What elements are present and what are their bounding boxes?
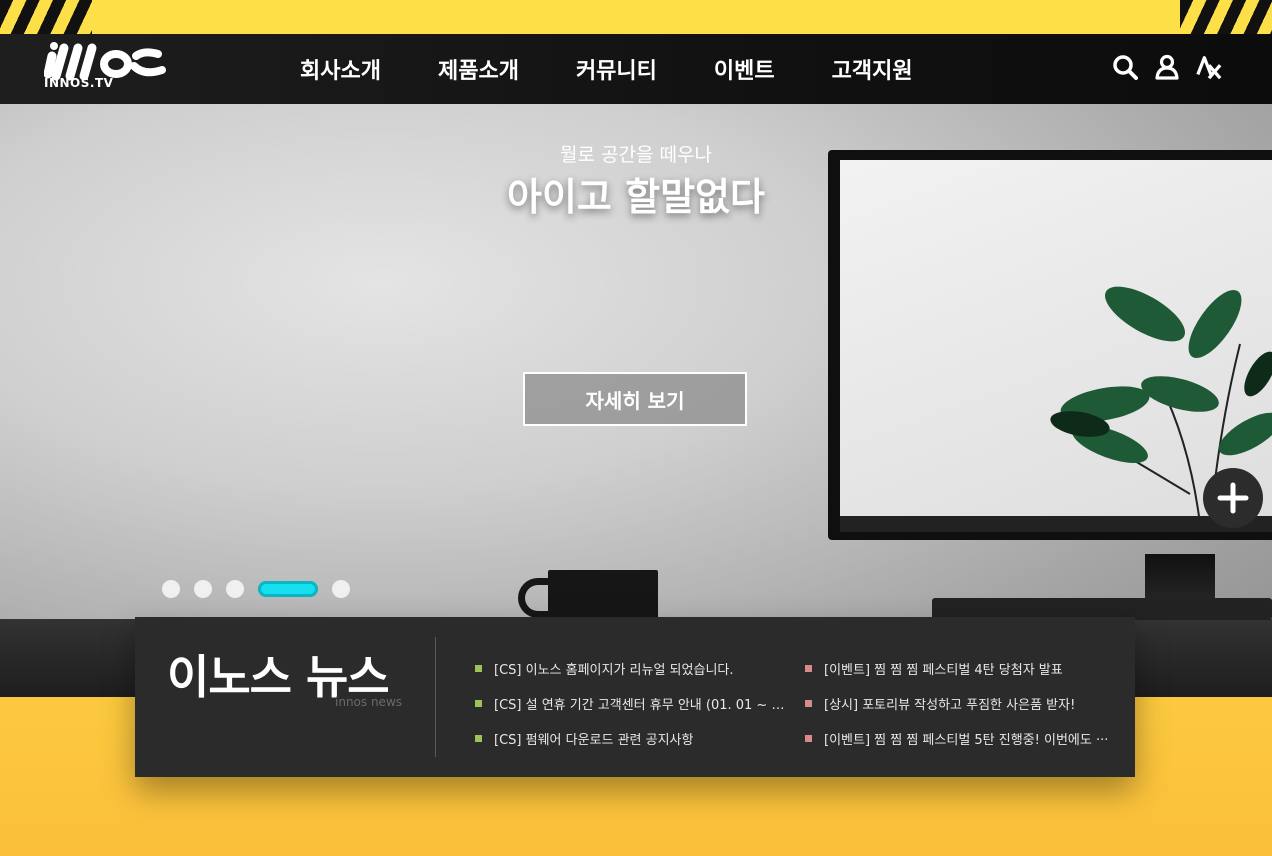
main-nav: 회사소개 제품소개 커뮤니티 이벤트 고객지원 <box>300 34 970 104</box>
news-item-text: [상시] 포토리뷰 작성하고 푸짐한 사은품 받자! <box>824 698 1076 713</box>
user-icon[interactable] <box>1154 52 1180 82</box>
plus-button[interactable] <box>1203 468 1263 528</box>
news-item-text: [CS] 펌웨어 다운로드 관련 공지사항 <box>494 733 694 748</box>
news-item[interactable]: [CS] 펌웨어 다운로드 관련 공지사항 <box>475 721 790 756</box>
bullet-icon <box>805 735 812 742</box>
news-item-text: [이벤트] 찜 찜 찜 페스티벌 5탄 진행중! 이번에도 ··· <box>824 733 1109 748</box>
slider-dot-2[interactable] <box>194 580 212 598</box>
news-item[interactable]: [CS] 이노스 홈페이지가 리뉴얼 되었습니다. <box>475 651 790 686</box>
hero-subtitle: 뭘로 공간을 떼우나 <box>560 144 712 166</box>
news-panel: 이노스 뉴스 innos news [CS] 이노스 홈페이지가 리뉴얼 되었습… <box>135 617 1135 777</box>
news-item[interactable]: [상시] 포토리뷰 작성하고 푸짐한 사은품 받자! <box>805 686 1115 721</box>
search-icon[interactable] <box>1112 52 1138 82</box>
news-item[interactable]: [이벤트] 찜 찜 찜 페스티벌 4탄 당첨자 발표 <box>805 651 1115 686</box>
translate-icon[interactable] <box>1196 52 1222 82</box>
view-details-button[interactable]: 자세히 보기 <box>523 372 747 426</box>
nav-item-company[interactable]: 회사소개 <box>300 53 381 85</box>
bullet-icon <box>475 735 482 742</box>
bullet-icon <box>475 665 482 672</box>
hero-title: 아이고 할말없다 <box>507 175 765 219</box>
slider-dot-3[interactable] <box>226 580 244 598</box>
news-subtitle: innos news <box>335 695 403 709</box>
hazard-stripes-left <box>0 0 92 34</box>
nav-item-community[interactable]: 커뮤니티 <box>576 53 657 85</box>
slider-dot-1[interactable] <box>162 580 180 598</box>
news-item[interactable]: [이벤트] 찜 찜 찜 페스티벌 5탄 진행중! 이번에도 ··· <box>805 721 1115 756</box>
slider-pagination <box>162 580 350 598</box>
news-divider <box>435 637 436 757</box>
mug-handle <box>518 578 552 618</box>
bullet-icon <box>475 700 482 707</box>
news-list-left: [CS] 이노스 홈페이지가 리뉴얼 되었습니다. [CS] 설 연휴 기간 고… <box>475 651 790 756</box>
plus-icon <box>1217 482 1249 514</box>
bullet-icon <box>805 700 812 707</box>
nav-item-support[interactable]: 고객지원 <box>832 53 913 85</box>
news-item-text: [CS] 설 연휴 기간 고객센터 휴무 안내 (01. 01 ~ 0··· <box>494 698 790 713</box>
nav-item-events[interactable]: 이벤트 <box>714 53 775 85</box>
news-item-text: [이벤트] 찜 찜 찜 페스티벌 4탄 당첨자 발표 <box>824 663 1063 678</box>
nav-item-products[interactable]: 제품소개 <box>438 53 519 85</box>
slider-dot-5[interactable] <box>332 580 350 598</box>
logo-subtitle: INNOS.TV <box>44 76 114 90</box>
news-item[interactable]: [CS] 설 연휴 기간 고객센터 휴무 안내 (01. 01 ~ 0··· <box>475 686 790 721</box>
news-list-right: [이벤트] 찜 찜 찜 페스티벌 4탄 당첨자 발표 [상시] 포토리뷰 작성하… <box>805 651 1115 756</box>
hazard-stripes-right <box>1180 0 1272 34</box>
bullet-icon <box>805 665 812 672</box>
hero-slider: 뭘로 공간을 떼우나 아이고 할말없다 자세히 보기 <box>0 104 1272 697</box>
top-navbar: INNOS.TV 회사소개 제품소개 커뮤니티 이벤트 고객지원 <box>0 34 1272 104</box>
slider-dot-4-active[interactable] <box>258 581 318 597</box>
news-item-text: [CS] 이노스 홈페이지가 리뉴얼 되었습니다. <box>494 663 734 678</box>
top-strip <box>0 0 1272 34</box>
nav-icons <box>1112 52 1222 82</box>
mug-image <box>548 570 658 624</box>
